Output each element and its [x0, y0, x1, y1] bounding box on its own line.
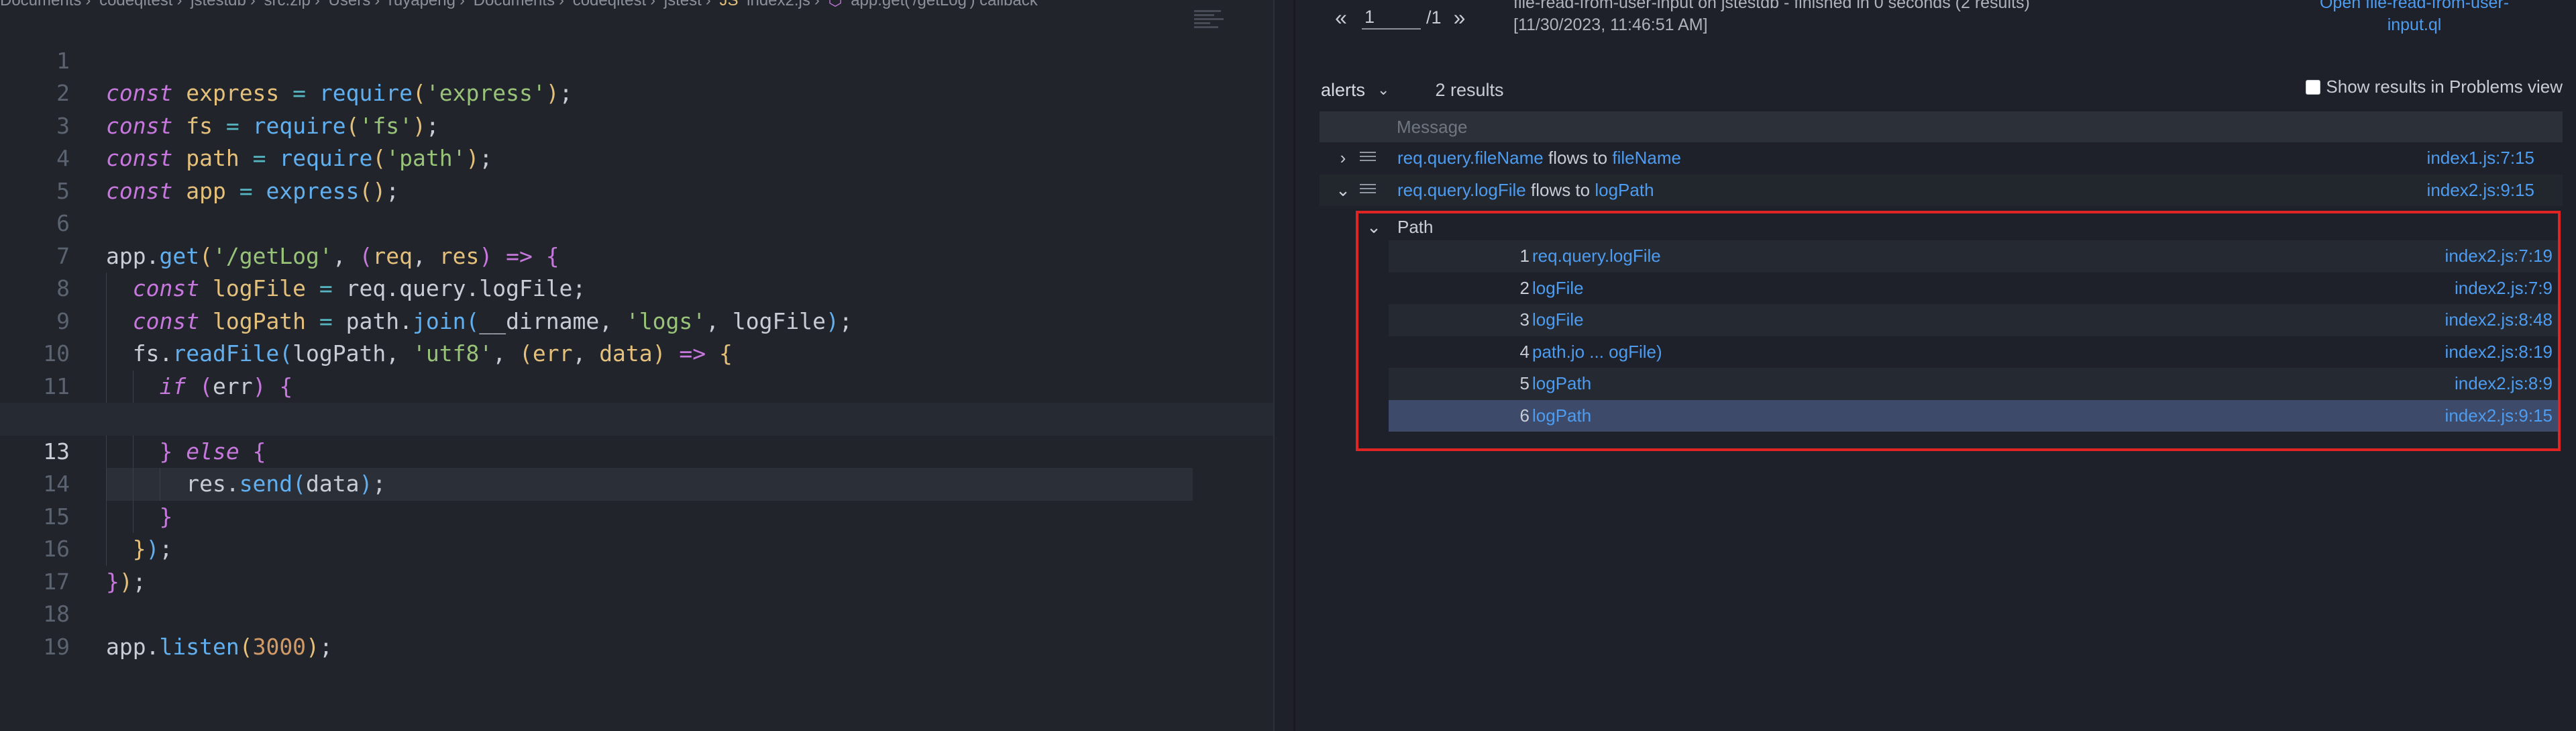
problems-view-checkbox[interactable]: [2306, 79, 2321, 95]
alerts-table: Message › req.query.fileName flows to fi…: [1320, 111, 2563, 206]
page-number-input[interactable]: [1362, 5, 1421, 30]
alert-location-link[interactable]: index2.js:9:15: [2427, 175, 2534, 207]
code-line[interactable]: 6 app.get('/getLog', (req, res) => {: [0, 175, 1275, 269]
chevron-down-icon[interactable]: ⌄: [1333, 175, 1353, 207]
code-line-current[interactable]: 13 res.send(data);: [0, 403, 1275, 501]
code-line[interactable]: 2 const fs = require('fs');: [0, 45, 1275, 139]
results-toolbar: alerts ⌄ 2 results: [1321, 75, 1504, 105]
code-line[interactable]: 8 const logPath = path.join(__dirname, '…: [0, 240, 1275, 338]
breadcrumb-item[interactable]: index2.js: [747, 0, 810, 9]
alert-source-link[interactable]: req.query.fileName: [1397, 148, 1544, 168]
breadcrumb-item[interactable]: jstest: [664, 0, 702, 9]
breadcrumb-item[interactable]: codeqltest: [573, 0, 646, 9]
code-line[interactable]: 16 });: [0, 501, 1275, 595]
breadcrumb-item[interactable]: codeqltest: [99, 0, 172, 9]
previous-page-button[interactable]: «: [1331, 5, 1351, 30]
alert-message: req.query.fileName flows to fileName: [1397, 148, 1681, 168]
line-number: 19: [43, 633, 70, 660]
js-file-icon: JS: [719, 0, 739, 9]
result-view-select-value: alerts: [1321, 79, 1366, 100]
alert-row[interactable]: ⌄ req.query.logFile flows to logPath ind…: [1320, 174, 2563, 207]
code-line[interactable]: 12 } else {: [0, 371, 1275, 468]
breadcrumb: Documents › codeqltest › jstestdb › src.zip…: [0, 0, 1042, 9]
table-header: Message: [1320, 111, 2563, 142]
chevron-down-icon: ⌄: [1377, 81, 1390, 98]
code-line[interactable]: 19: [0, 598, 1275, 660]
problems-view-toggle[interactable]: Show results in Problems view: [2306, 77, 2563, 97]
highlight-box: [1356, 211, 2561, 451]
column-header-message[interactable]: Message: [1397, 111, 1468, 142]
code-line[interactable]: 1 const express = require('express');: [0, 12, 1275, 107]
open-query-link[interactable]: Open file-read-from-user-input.ql: [2317, 0, 2512, 36]
breadcrumb-item[interactable]: ruyapeng: [388, 0, 455, 9]
breadcrumb-item[interactable]: src.zip: [264, 0, 311, 9]
result-count: 2 results: [1435, 79, 1504, 100]
function-icon: ⬡: [828, 0, 843, 9]
breadcrumb-item[interactable]: app.get('/getLog') callback: [851, 0, 1038, 9]
page-total: /1: [1426, 7, 1442, 28]
breadcrumb-item[interactable]: Users: [329, 0, 371, 9]
problems-view-label: Show results in Problems view: [2326, 77, 2563, 97]
code-line[interactable]: 9 fs.readFile(logPath, 'utf8', (err, dat…: [0, 273, 1275, 371]
query-run-info: file-read-from-user-input on jstestdb - …: [1513, 0, 2030, 34]
code-line[interactable]: 4 const app = express();: [0, 110, 1275, 204]
results-pager: « /1 »: [1331, 0, 1470, 35]
editor-scrollbar[interactable]: [1273, 0, 1275, 731]
list-icon: [1360, 183, 1376, 197]
breadcrumb-item[interactable]: jstestdb: [191, 0, 246, 9]
alert-location-link[interactable]: index1.js:7:15: [2427, 142, 2534, 175]
alert-message: req.query.logFile flows to logPath: [1397, 179, 1654, 200]
alert-sink-link[interactable]: fileName: [1612, 148, 1681, 168]
breadcrumb-item[interactable]: Documents: [474, 0, 555, 9]
code-editor[interactable]: Documents › codeqltest › jstestdb › src.zip…: [0, 0, 1275, 731]
alert-sink-link[interactable]: logPath: [1595, 180, 1654, 200]
code-line[interactable]: 17: [0, 533, 1275, 595]
code-lines[interactable]: 1 const express = require('express'); 2 …: [0, 12, 1275, 660]
code-line[interactable]: 5: [0, 142, 1275, 204]
alert-source-link[interactable]: req.query.logFile: [1397, 180, 1526, 200]
code-line[interactable]: 7 const logFile = req.query.logFile;: [0, 207, 1275, 305]
code-line[interactable]: 11 res.status(500).send(err.toString());: [0, 338, 1275, 436]
code-line[interactable]: 3 const path = require('path');: [0, 77, 1275, 172]
code-line[interactable]: 14 }: [0, 436, 1275, 533]
chevron-right-icon[interactable]: ›: [1333, 142, 1353, 175]
code-line[interactable]: 18 app.listen(3000);: [0, 566, 1275, 660]
result-view-select[interactable]: alerts ⌄: [1321, 80, 1389, 101]
code-line[interactable]: 10 if (err) {: [0, 305, 1275, 403]
code-line[interactable]: 15 });: [0, 468, 1275, 566]
next-page-button[interactable]: »: [1450, 5, 1470, 30]
alert-row[interactable]: › req.query.fileName flows to fileName i…: [1320, 142, 2563, 175]
breadcrumb-item[interactable]: Documents: [0, 0, 81, 9]
list-icon: [1360, 152, 1376, 165]
